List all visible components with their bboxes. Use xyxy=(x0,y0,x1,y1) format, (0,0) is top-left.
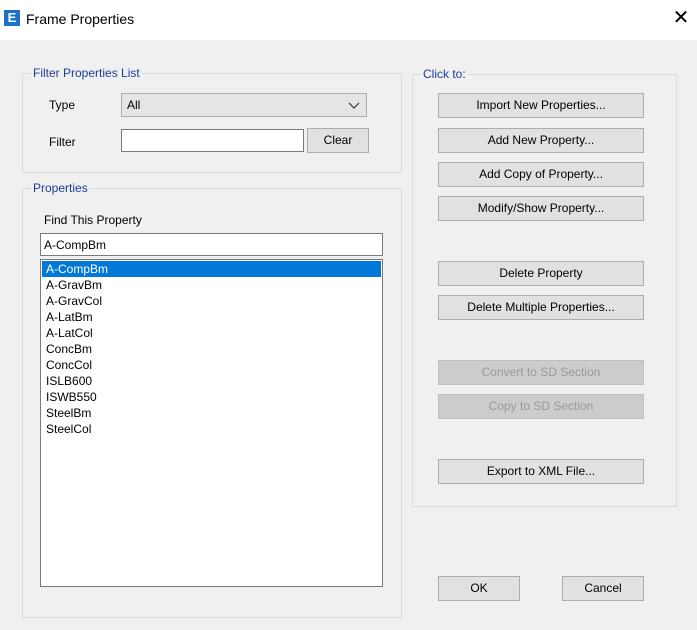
find-property-value: A-CompBm xyxy=(44,238,107,252)
filter-label: Filter xyxy=(49,135,76,149)
properties-legend: Properties xyxy=(31,181,90,195)
list-item[interactable]: ConcBm xyxy=(42,341,381,357)
clear-button[interactable]: Clear xyxy=(307,128,369,153)
find-property-label: Find This Property xyxy=(44,213,142,227)
delete-multiple-properties-button[interactable]: Delete Multiple Properties... xyxy=(438,295,644,320)
list-item[interactable]: A-LatCol xyxy=(42,325,381,341)
click-to-legend: Click to: xyxy=(421,67,468,81)
add-new-property-button[interactable]: Add New Property... xyxy=(438,128,644,153)
type-dropdown-value: All xyxy=(127,98,141,112)
dialog-client-area: Filter Properties List Type All Filter C… xyxy=(0,40,697,630)
list-item[interactable]: A-LatBm xyxy=(42,309,381,325)
window-title: Frame Properties xyxy=(26,11,135,27)
list-item[interactable]: A-CompBm xyxy=(42,261,381,277)
delete-property-button[interactable]: Delete Property xyxy=(438,261,644,286)
ok-button[interactable]: OK xyxy=(438,576,520,601)
add-copy-property-button[interactable]: Add Copy of Property... xyxy=(438,162,644,187)
list-item[interactable]: ISLB600 xyxy=(42,373,381,389)
title-bar: E Frame Properties ✕ xyxy=(0,0,697,40)
filter-properties-legend: Filter Properties List xyxy=(31,66,142,80)
chevron-down-icon xyxy=(348,102,360,109)
filter-properties-group: Filter Properties List xyxy=(22,66,402,173)
list-item[interactable]: A-GravCol xyxy=(42,293,381,309)
properties-listbox[interactable]: A-CompBm A-GravBm A-GravCol A-LatBm A-LatCol… xyxy=(40,259,383,587)
modify-show-property-button[interactable]: Modify/Show Property... xyxy=(438,196,644,221)
etabs-app-icon: E xyxy=(4,10,20,26)
export-to-xml-button[interactable]: Export to XML File... xyxy=(438,459,644,484)
close-icon[interactable]: ✕ xyxy=(671,8,691,28)
list-item[interactable]: A-GravBm xyxy=(42,277,381,293)
list-item[interactable]: SteelCol xyxy=(42,421,381,437)
cancel-button[interactable]: Cancel xyxy=(562,576,644,601)
list-item[interactable]: SteelBm xyxy=(42,405,381,421)
filter-input[interactable] xyxy=(121,129,304,152)
import-new-properties-button[interactable]: Import New Properties... xyxy=(438,93,644,118)
list-item[interactable]: ConcCol xyxy=(42,357,381,373)
convert-to-sd-section-button[interactable]: Convert to SD Section xyxy=(438,360,644,385)
list-item[interactable]: ISWB550 xyxy=(42,389,381,405)
copy-to-sd-section-button[interactable]: Copy to SD Section xyxy=(438,394,644,419)
type-dropdown[interactable]: All xyxy=(121,93,367,117)
find-property-input[interactable]: A-CompBm xyxy=(40,233,383,256)
type-label: Type xyxy=(49,98,76,112)
